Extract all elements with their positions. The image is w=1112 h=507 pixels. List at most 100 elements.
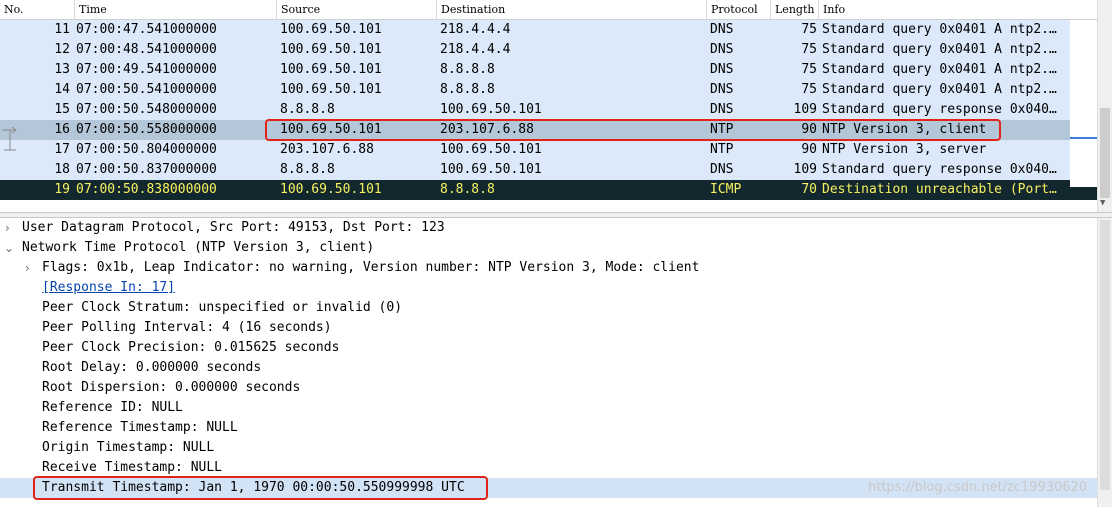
packet-destination: 100.69.50.101 xyxy=(440,102,542,117)
minimap-error-marker xyxy=(1070,187,1097,200)
column-header-length[interactable]: Length xyxy=(770,0,818,19)
watermark: https://blog.csdn.net/zc19930620 xyxy=(868,480,1088,495)
packet-row[interactable]: 17 07:00:50.804000000 203.107.6.88 100.6… xyxy=(0,140,1070,160)
tree-item-reference-id[interactable]: Reference ID: NULL xyxy=(0,398,1097,418)
packet-rows: 11 07:00:47.541000000 100.69.50.101 218.… xyxy=(0,20,1070,200)
packet-protocol: DNS xyxy=(710,22,734,37)
packet-source: 100.69.50.101 xyxy=(280,82,382,97)
collapse-arrow-icon[interactable]: ⌄ xyxy=(4,238,14,258)
details-scroll-thumb[interactable] xyxy=(1100,220,1110,490)
packet-time: 07:00:49.541000000 xyxy=(76,62,217,77)
column-header-info[interactable]: Info xyxy=(818,0,1097,19)
tree-item-precision[interactable]: Peer Clock Precision: 0.015625 seconds xyxy=(0,338,1097,358)
details-scrollbar[interactable] xyxy=(1097,218,1112,507)
packet-info: Standard query 0x0401 A ntp2.… xyxy=(822,82,1057,97)
packet-protocol: DNS xyxy=(710,42,734,57)
packet-destination: 218.4.4.4 xyxy=(440,22,511,37)
packet-length: 109 xyxy=(793,162,817,177)
tree-item-label: Reference ID: NULL xyxy=(42,400,183,415)
packet-destination: 100.69.50.101 xyxy=(440,162,542,177)
tree-item-label: Root Dispersion: 0.000000 seconds xyxy=(42,380,301,395)
minimap-marker xyxy=(1070,137,1097,139)
packet-no: 18 xyxy=(54,162,70,177)
tree-item-root-dispersion[interactable]: Root Dispersion: 0.000000 seconds xyxy=(0,378,1097,398)
packet-source: 100.69.50.101 xyxy=(280,62,382,77)
packet-protocol: DNS xyxy=(710,62,734,77)
column-header-time[interactable]: Time xyxy=(74,0,276,19)
tree-item-polling[interactable]: Peer Polling Interval: 4 (16 seconds) xyxy=(0,318,1097,338)
tree-item-label: Flags: 0x1b, Leap Indicator: no warning,… xyxy=(42,260,700,275)
packet-details-tree: › User Datagram Protocol, Src Port: 4915… xyxy=(0,218,1097,507)
packet-time: 07:00:50.541000000 xyxy=(76,82,217,97)
packet-info: Standard query 0x0401 A ntp2.… xyxy=(822,42,1057,57)
expand-arrow-icon[interactable]: › xyxy=(5,218,10,238)
packet-no: 12 xyxy=(54,42,70,57)
packet-list-scroll-thumb[interactable] xyxy=(1100,108,1110,198)
packet-info: Standard query response 0x040… xyxy=(822,102,1057,117)
packet-source: 100.69.50.101 xyxy=(280,182,382,197)
packet-length: 75 xyxy=(801,22,817,37)
packet-source: 8.8.8.8 xyxy=(280,102,335,117)
tree-item-label: Origin Timestamp: NULL xyxy=(42,440,215,455)
packet-list-scrollbar[interactable]: ▼ xyxy=(1097,0,1112,212)
tree-item-label: Peer Clock Precision: 0.015625 seconds xyxy=(42,340,340,355)
packet-no: 15 xyxy=(54,102,70,117)
tree-item-label: Receive Timestamp: NULL xyxy=(42,460,223,475)
column-header-destination[interactable]: Destination xyxy=(436,0,706,19)
packet-protocol: ICMP xyxy=(710,182,742,197)
column-header-source[interactable]: Source xyxy=(276,0,436,19)
packet-time: 07:00:47.541000000 xyxy=(76,22,217,37)
packet-row[interactable]: 18 07:00:50.837000000 8.8.8.8 100.69.50.… xyxy=(0,160,1070,180)
packet-length: 109 xyxy=(793,102,817,117)
packet-destination: 100.69.50.101 xyxy=(440,142,542,157)
packet-info: NTP Version 3, server xyxy=(822,142,987,157)
scroll-down-arrow-icon[interactable]: ▼ xyxy=(1100,198,1105,208)
expand-arrow-icon[interactable]: › xyxy=(25,258,30,278)
tree-item-flags[interactable]: › Flags: 0x1b, Leap Indicator: no warnin… xyxy=(0,258,1097,278)
tree-item-reference-ts[interactable]: Reference Timestamp: NULL xyxy=(0,418,1097,438)
tree-item-udp[interactable]: › User Datagram Protocol, Src Port: 4915… xyxy=(0,218,1097,238)
packet-source: 100.69.50.101 xyxy=(280,22,382,37)
packet-time: 07:00:50.804000000 xyxy=(76,142,217,157)
tree-item-label: Network Time Protocol (NTP Version 3, cl… xyxy=(22,240,375,255)
packet-time: 07:00:50.548000000 xyxy=(76,102,217,117)
packet-source: 8.8.8.8 xyxy=(280,162,335,177)
packet-row[interactable]: 11 07:00:47.541000000 100.69.50.101 218.… xyxy=(0,20,1070,40)
packet-source: 100.69.50.101 xyxy=(280,42,382,57)
tree-item-origin-ts[interactable]: Origin Timestamp: NULL xyxy=(0,438,1097,458)
packet-length: 75 xyxy=(801,42,817,57)
packet-length: 75 xyxy=(801,82,817,97)
tree-item-ntp[interactable]: ⌄ Network Time Protocol (NTP Version 3, … xyxy=(0,238,1097,258)
column-header-no[interactable]: No. xyxy=(0,0,74,19)
packet-protocol: NTP xyxy=(710,142,734,157)
column-header-protocol[interactable]: Protocol xyxy=(706,0,770,19)
packet-info: Destination unreachable (Port… xyxy=(822,182,1057,197)
packet-length: 75 xyxy=(801,62,817,77)
packet-row[interactable]: 14 07:00:50.541000000 100.69.50.101 8.8.… xyxy=(0,80,1070,100)
packet-length: 70 xyxy=(801,182,817,197)
packet-row[interactable]: 13 07:00:49.541000000 100.69.50.101 8.8.… xyxy=(0,60,1070,80)
packet-protocol: DNS xyxy=(710,82,734,97)
packet-info: Standard query 0x0401 A ntp2.… xyxy=(822,62,1057,77)
packet-row[interactable]: 15 07:00:50.548000000 8.8.8.8 100.69.50.… xyxy=(0,100,1070,120)
packet-info: Standard query response 0x040… xyxy=(822,162,1057,177)
packet-destination: 8.8.8.8 xyxy=(440,182,495,197)
packet-row[interactable]: 12 07:00:48.541000000 100.69.50.101 218.… xyxy=(0,40,1070,60)
packet-no: 19 xyxy=(54,182,70,197)
packet-no: 14 xyxy=(54,82,70,97)
packet-time: 07:00:50.838000000 xyxy=(76,182,217,197)
tree-item-label: Root Delay: 0.000000 seconds xyxy=(42,360,262,375)
response-in-link[interactable]: [Response In: 17] xyxy=(42,278,175,298)
packet-no: 13 xyxy=(54,62,70,77)
tree-item-stratum[interactable]: Peer Clock Stratum: unspecified or inval… xyxy=(0,298,1097,318)
packet-protocol: DNS xyxy=(710,102,734,117)
tree-item-label: Peer Clock Stratum: unspecified or inval… xyxy=(42,300,403,315)
packet-row-error[interactable]: 19 07:00:50.838000000 100.69.50.101 8.8.… xyxy=(0,180,1070,200)
packet-source: 203.107.6.88 xyxy=(280,142,374,157)
tree-item-response-in[interactable]: [Response In: 17] xyxy=(0,278,1097,298)
tree-item-root-delay[interactable]: Root Delay: 0.000000 seconds xyxy=(0,358,1097,378)
tree-item-label: User Datagram Protocol, Src Port: 49153,… xyxy=(22,220,445,235)
packet-destination: 218.4.4.4 xyxy=(440,42,511,57)
packet-time: 07:00:50.558000000 xyxy=(76,122,217,137)
tree-item-receive-ts[interactable]: Receive Timestamp: NULL xyxy=(0,458,1097,478)
